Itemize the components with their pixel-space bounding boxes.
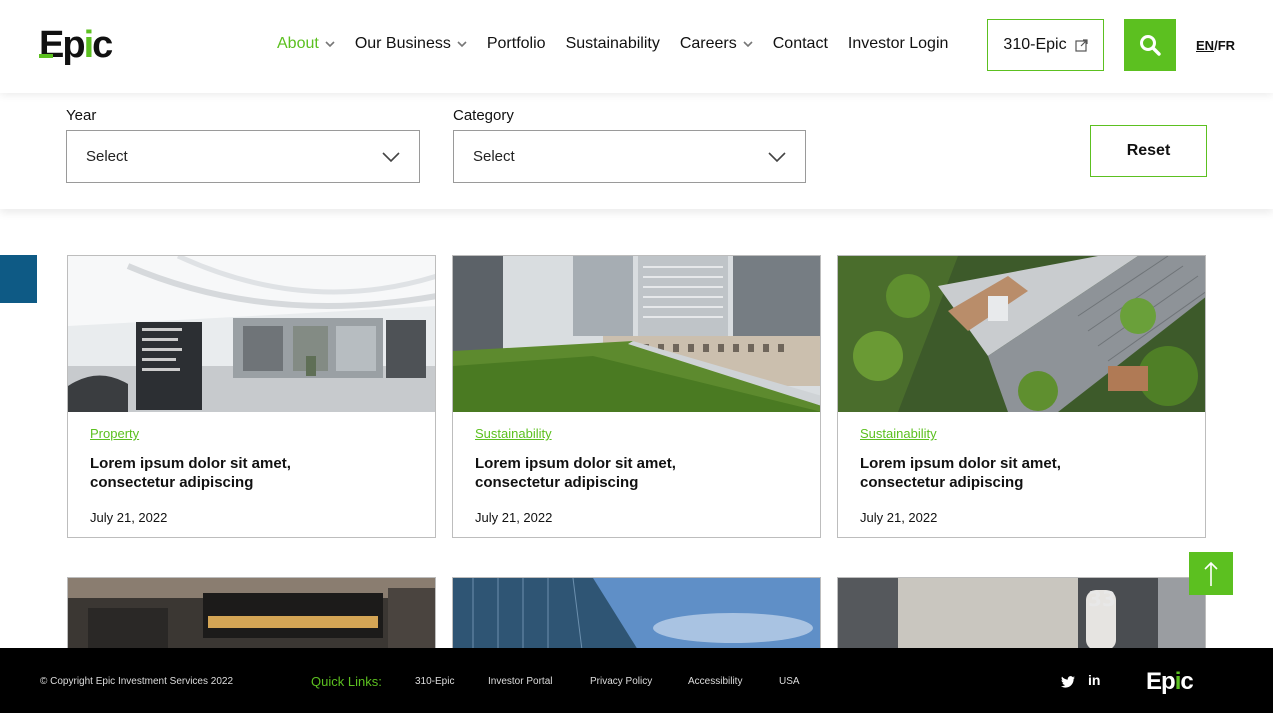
chevron-down-icon <box>457 41 467 48</box>
lang-fr[interactable]: FR <box>1218 38 1235 53</box>
card-image-glass-tower <box>453 578 820 656</box>
quick-links-label: Quick Links: <box>311 674 382 689</box>
article-card[interactable] <box>67 577 436 657</box>
chevron-down-icon <box>743 41 753 48</box>
article-card[interactable]: 33 <box>837 577 1206 657</box>
language-switcher: EN/FR <box>1196 38 1236 53</box>
card-date: July 21, 2022 <box>90 510 168 525</box>
article-card[interactable] <box>452 577 821 657</box>
search-icon <box>1140 35 1161 56</box>
chevron-down-icon <box>325 41 335 48</box>
side-tab[interactable] <box>0 255 37 303</box>
external-link-icon <box>1074 38 1088 52</box>
footer-link-usa[interactable]: USA <box>779 676 800 687</box>
scroll-to-top-button[interactable] <box>1189 552 1233 595</box>
footer-link-accessibility[interactable]: Accessibility <box>688 676 742 687</box>
linkedin-icon[interactable]: in <box>1088 672 1100 688</box>
nav-investor-login[interactable]: Investor Login <box>848 35 949 53</box>
article-card[interactable]: Property Lorem ipsum dolor sit amet, con… <box>67 255 436 538</box>
card-title[interactable]: Lorem ipsum dolor sit amet, consectetur … <box>90 454 350 492</box>
card-image-city-night <box>68 578 435 656</box>
footer-link-investor-portal[interactable]: Investor Portal <box>488 676 552 687</box>
nav-sustainability[interactable]: Sustainability <box>566 35 660 53</box>
site-header: Epic About Our Business Portfolio Sustai… <box>0 0 1273 93</box>
card-title[interactable]: Lorem ipsum dolor sit amet, consectetur … <box>475 454 735 492</box>
nav-our-business[interactable]: Our Business <box>355 35 467 53</box>
arrow-up-icon <box>1204 561 1218 586</box>
chevron-down-icon <box>768 151 786 162</box>
main-nav: About Our Business Portfolio Sustainabil… <box>277 35 968 53</box>
nav-contact[interactable]: Contact <box>773 35 828 53</box>
footer-link-310-epic[interactable]: 310-Epic <box>415 676 454 687</box>
card-category-link[interactable]: Property <box>90 426 139 441</box>
card-image-building-33: 33 <box>838 578 1205 656</box>
card-category-link[interactable]: Sustainability <box>860 426 937 441</box>
filter-bar: Year Select Category Select Reset <box>0 93 1273 209</box>
reset-button[interactable]: Reset <box>1090 125 1207 177</box>
category-label: Category <box>453 107 514 124</box>
chevron-down-icon <box>382 151 400 162</box>
card-image-lobby <box>68 256 435 412</box>
lang-en[interactable]: EN <box>1196 38 1214 53</box>
card-image-green-roof <box>453 256 820 412</box>
footer-link-privacy-policy[interactable]: Privacy Policy <box>590 676 652 687</box>
copyright-text: © Copyright Epic Investment Services 202… <box>40 676 234 687</box>
external-310-epic-button[interactable]: 310-Epic <box>987 19 1104 71</box>
twitter-icon[interactable] <box>1061 675 1075 691</box>
card-title[interactable]: Lorem ipsum dolor sit amet, consectetur … <box>860 454 1120 492</box>
logo[interactable]: Epic <box>39 26 113 64</box>
search-button[interactable] <box>1124 19 1176 71</box>
nav-about[interactable]: About <box>277 35 335 53</box>
card-date: July 21, 2022 <box>475 510 553 525</box>
article-card[interactable]: Sustainability Lorem ipsum dolor sit ame… <box>837 255 1206 538</box>
svg-text:33: 33 <box>1088 587 1116 611</box>
card-category-link[interactable]: Sustainability <box>475 426 552 441</box>
category-select[interactable]: Select <box>453 130 806 183</box>
nav-careers[interactable]: Careers <box>680 35 753 53</box>
year-select[interactable]: Select <box>66 130 420 183</box>
year-label: Year <box>66 107 97 124</box>
site-footer: © Copyright Epic Investment Services 202… <box>0 648 1273 713</box>
nav-portfolio[interactable]: Portfolio <box>487 35 546 53</box>
article-card[interactable]: Sustainability Lorem ipsum dolor sit ame… <box>452 255 821 538</box>
card-image-rooftop-garden <box>838 256 1205 412</box>
card-date: July 21, 2022 <box>860 510 938 525</box>
footer-logo[interactable]: Epic <box>1146 668 1194 696</box>
